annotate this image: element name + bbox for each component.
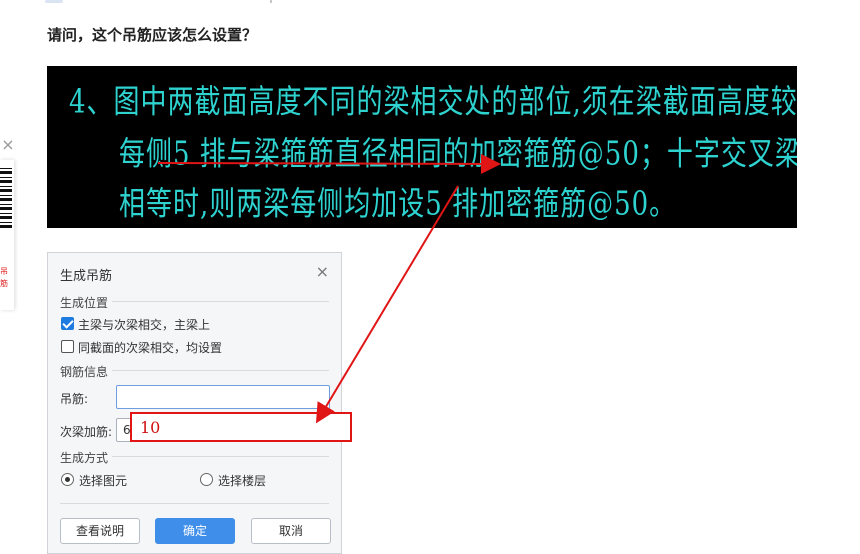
close-icon[interactable]: × [0, 136, 16, 154]
help-button[interactable]: 查看说明 [60, 518, 140, 544]
cad-note-line-3: 相等时,则两梁每侧均加设5 排加密箍筋@50。 [119, 185, 677, 224]
select-element-label: 选择图元 [79, 474, 128, 488]
top-divider [45, 0, 365, 3]
ok-button[interactable]: 确定 [155, 518, 235, 544]
side-promo-text: 吊 筋 [0, 267, 8, 288]
generate-hanger-dialog: 生成吊筋 × 生成位置 主梁与次梁相交，主梁上 同截面的次梁相交，均设置 钢筋信… [47, 252, 342, 554]
cancel-button[interactable]: 取消 [251, 518, 331, 544]
top-avatar-edge [45, 0, 63, 3]
cad-note-line-1: 4、图中两截面高度不同的梁相交处的部位,须在梁截面高度较大的梁中加设 [69, 83, 797, 122]
option2-label: 同截面的次梁相交，均设置 [78, 341, 223, 355]
annotation-value: 10 [140, 418, 161, 437]
question-text: 请问，这个吊筋应该怎么设置？ [47, 26, 258, 44]
top-separator [270, 0, 272, 3]
hanger-input[interactable] [116, 385, 330, 409]
select-floor-radio[interactable] [200, 473, 213, 486]
dialog-close-icon[interactable]: × [316, 262, 329, 281]
rebar-section-label: 钢筋信息 [60, 365, 113, 379]
select-floor-label: 选择楼层 [218, 474, 267, 488]
option1-checkbox[interactable] [61, 317, 74, 330]
qr-code-icon [0, 168, 12, 228]
dialog-footer-divider [60, 503, 329, 504]
secondary-label: 次梁加筋: [60, 425, 113, 439]
cad-note-image: 4、图中两截面高度不同的梁相交处的部位,须在梁截面高度较大的梁中加设 每侧5 排… [47, 66, 797, 228]
hanger-label: 吊筋: [60, 392, 89, 406]
annotation-box: 10 [130, 412, 352, 442]
mode-section-label: 生成方式 [60, 451, 113, 465]
cad-note-line-2: 每侧5 排与梁箍筋直径相同的加密箍筋@50；十字交叉梁处当两梁高度 [119, 135, 797, 174]
side-qr-panel[interactable]: 吊 筋 [0, 160, 14, 310]
mode-section: 生成方式 [60, 449, 329, 465]
option1-label: 主梁与次梁相交，主梁上 [78, 318, 211, 332]
option2-checkbox[interactable] [61, 340, 74, 353]
select-element-radio[interactable] [61, 473, 74, 486]
position-section: 生成位置 [60, 294, 329, 310]
position-section-label: 生成位置 [60, 296, 113, 310]
rebar-section: 钢筋信息 [60, 363, 329, 379]
dialog-title: 生成吊筋 [60, 269, 113, 284]
